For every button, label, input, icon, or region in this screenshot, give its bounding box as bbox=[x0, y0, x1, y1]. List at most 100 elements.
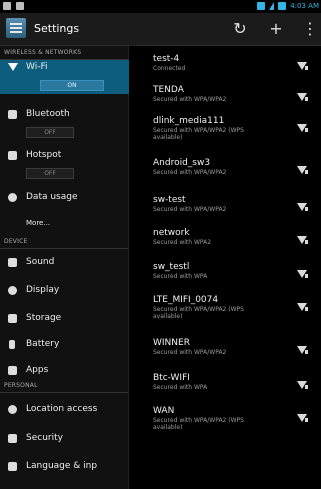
network-item[interactable]: sw_testl Secured with WPA bbox=[153, 262, 313, 290]
battery-icon bbox=[278, 2, 287, 10]
sidebar-item-wifi[interactable]: Wi-Fi ON bbox=[0, 60, 136, 94]
network-ssid: sw-test bbox=[153, 195, 186, 205]
sidebar-item-label: Apps bbox=[26, 365, 49, 375]
network-item[interactable]: WAN Secured with WPA/WPA2 (WPS available… bbox=[153, 406, 313, 434]
sidebar-item-label: Bluetooth bbox=[26, 109, 70, 119]
wifi-signal-icon bbox=[297, 62, 308, 70]
sidebar-item-label: More... bbox=[26, 219, 51, 227]
hotspot-toggle[interactable]: OFF bbox=[26, 168, 74, 179]
network-status: Secured with WPA/WPA2 bbox=[153, 96, 227, 103]
apps-icon bbox=[8, 366, 17, 375]
network-ssid: LTE_MIFI_0074 bbox=[153, 295, 219, 305]
storage-icon bbox=[8, 314, 17, 323]
bluetooth-icon bbox=[8, 110, 17, 119]
language-icon bbox=[8, 462, 17, 471]
wifi-signal-icon bbox=[297, 236, 308, 244]
sidebar-item-more[interactable]: More... bbox=[0, 218, 136, 232]
action-bar: Settings ↻ + ⋮ bbox=[0, 13, 321, 47]
sidebar-item-data-usage[interactable]: Data usage bbox=[0, 191, 136, 205]
network-item[interactable]: Btc-WIFI Secured with WPA bbox=[153, 373, 313, 401]
sidebar-item-label: Data usage bbox=[26, 192, 78, 202]
wifi-signal-icon bbox=[297, 203, 308, 211]
battery-setting-icon bbox=[9, 340, 15, 349]
sidebar-item-apps[interactable]: Apps bbox=[0, 364, 136, 378]
sidebar-item-label: Wi-Fi bbox=[26, 62, 48, 72]
sidebar-item-label: Location access bbox=[26, 404, 98, 414]
network-status: Secured with WPA/WPA2 (WPS available) bbox=[153, 127, 244, 141]
sidebar-item-language[interactable]: Language & inp bbox=[0, 460, 136, 474]
sidebar-item-label: Battery bbox=[26, 339, 60, 349]
status-bar: 4:03 AM bbox=[0, 0, 321, 13]
sidebar-item-battery[interactable]: Battery bbox=[0, 338, 136, 352]
wifi-network-list: test-4 Connected TENDA Secured with WPA/… bbox=[129, 46, 321, 489]
network-ssid: test-4 bbox=[153, 54, 180, 64]
clock: 4:03 AM bbox=[290, 2, 319, 10]
wifi-signal-icon bbox=[297, 414, 308, 422]
network-ssid: WINNER bbox=[153, 338, 190, 348]
section-header-device: DEVICE bbox=[0, 236, 128, 249]
network-ssid: TENDA bbox=[153, 85, 184, 95]
sidebar-item-hotspot[interactable]: Hotspot OFF bbox=[0, 149, 136, 183]
network-status: Secured with WPA bbox=[153, 273, 208, 280]
network-item[interactable]: dlink_media111 Secured with WPA/WPA2 (WP… bbox=[153, 116, 313, 144]
wifi-signal-icon bbox=[297, 270, 308, 278]
wifi-signal-icon bbox=[297, 303, 308, 311]
lock-icon bbox=[8, 434, 17, 443]
sidebar-item-bluetooth[interactable]: Bluetooth OFF bbox=[0, 108, 136, 142]
screenshot-icon bbox=[3, 2, 11, 10]
section-header-personal: PERSONAL bbox=[0, 380, 128, 393]
network-ssid: Android_sw3 bbox=[153, 158, 211, 168]
network-status: Secured with WPA/WPA2 (WPS available) bbox=[153, 417, 244, 431]
network-status: Secured with WPA/WPA2 (WPS available) bbox=[153, 306, 244, 320]
network-item[interactable]: WINNER Secured with WPA/WPA2 bbox=[153, 338, 313, 366]
network-ssid: WAN bbox=[153, 406, 175, 416]
sidebar-item-storage[interactable]: Storage bbox=[0, 312, 136, 326]
network-status: Secured with WPA/WPA2 bbox=[153, 169, 227, 176]
wifi-signal-icon bbox=[297, 124, 308, 132]
network-item[interactable]: TENDA Secured with WPA/WPA2 bbox=[153, 85, 313, 113]
usb-icon bbox=[16, 2, 24, 10]
location-icon bbox=[8, 405, 17, 414]
sidebar-item-location[interactable]: Location access bbox=[0, 403, 136, 417]
display-icon bbox=[8, 286, 17, 295]
sidebar-item-label: Security bbox=[26, 433, 63, 443]
section-header-wireless: WIRELESS & NETWORKS bbox=[0, 47, 128, 60]
network-item[interactable]: Android_sw3 Secured with WPA/WPA2 bbox=[153, 158, 313, 186]
network-item[interactable]: network Secured with WPA2 bbox=[153, 228, 313, 256]
wifi-icon bbox=[8, 63, 18, 71]
bluetooth-toggle[interactable]: OFF bbox=[26, 127, 74, 138]
network-ssid: network bbox=[153, 228, 190, 238]
wifi-signal-icon bbox=[297, 346, 308, 354]
network-status: Secured with WPA/WPA2 bbox=[153, 206, 227, 213]
network-item[interactable]: LTE_MIFI_0074 Secured with WPA/WPA2 (WPS… bbox=[153, 295, 313, 323]
network-item[interactable]: sw-test Secured with WPA/WPA2 bbox=[153, 195, 313, 223]
network-status: Secured with WPA/WPA2 bbox=[153, 349, 227, 356]
overflow-menu-icon[interactable]: ⋮ bbox=[302, 18, 318, 40]
system-icons: 4:03 AM bbox=[257, 2, 319, 10]
sidebar-item-label: Display bbox=[26, 285, 60, 295]
hotspot-icon bbox=[8, 151, 17, 160]
settings-app-icon[interactable] bbox=[6, 18, 26, 38]
alarm-icon bbox=[257, 2, 266, 10]
wifi-signal-icon bbox=[297, 381, 308, 389]
network-ssid: dlink_media111 bbox=[153, 116, 225, 126]
wps-icon[interactable]: ↻ bbox=[232, 18, 248, 40]
data-usage-icon bbox=[8, 193, 17, 202]
sidebar-item-label: Storage bbox=[26, 313, 62, 323]
network-status: Secured with WPA2 bbox=[153, 239, 212, 246]
wifi-toggle[interactable]: ON bbox=[40, 80, 104, 91]
sidebar-item-label: Hotspot bbox=[26, 150, 62, 160]
network-ssid: Btc-WIFI bbox=[153, 373, 190, 383]
network-status: Connected bbox=[153, 65, 186, 72]
sidebar-item-security[interactable]: Security bbox=[0, 432, 136, 446]
network-item[interactable]: test-4 Connected bbox=[153, 54, 313, 82]
sidebar-item-display[interactable]: Display bbox=[0, 284, 136, 298]
network-ssid: sw_testl bbox=[153, 262, 190, 272]
network-status: Secured with WPA bbox=[153, 384, 208, 391]
add-network-icon[interactable]: + bbox=[268, 18, 284, 40]
sidebar-item-label: Language & inp bbox=[26, 461, 98, 471]
wifi-signal-icon bbox=[269, 2, 275, 10]
sidebar-item-sound[interactable]: Sound bbox=[0, 256, 136, 270]
notification-icons bbox=[3, 2, 24, 10]
wifi-signal-icon bbox=[297, 93, 308, 101]
